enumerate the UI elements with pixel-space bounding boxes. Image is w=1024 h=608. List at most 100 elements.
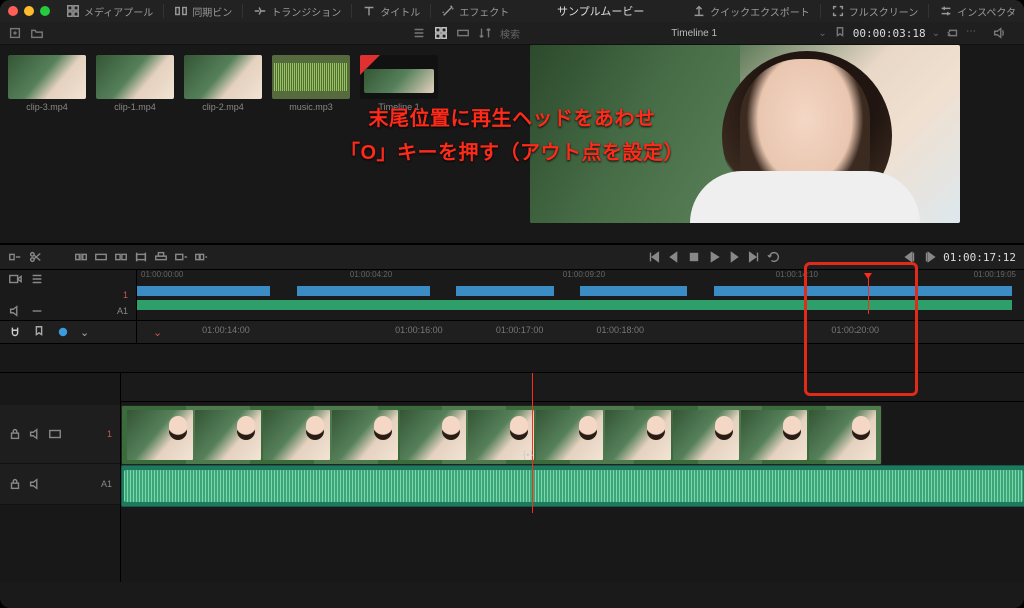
ripple-icon[interactable] bbox=[194, 250, 208, 264]
mini-timeline[interactable]: 1 A1 01:00:00:00 01:00:04:20 01:00:09:20… bbox=[0, 270, 1024, 321]
sync-icon bbox=[174, 4, 188, 18]
tab-label: メディアプール bbox=[84, 4, 153, 19]
mini-track-headers: 1 A1 bbox=[0, 270, 137, 320]
sort-icon[interactable] bbox=[478, 26, 492, 40]
tab-inspector[interactable]: インスペクタ bbox=[939, 4, 1016, 19]
scissors-icon[interactable] bbox=[28, 250, 42, 264]
ruler-tick: 01:00:00:00 bbox=[141, 270, 183, 279]
replace-icon[interactable] bbox=[114, 250, 128, 264]
next-icon[interactable] bbox=[727, 250, 741, 264]
window-controls[interactable] bbox=[8, 6, 50, 16]
thumb-view-icon[interactable] bbox=[434, 26, 448, 40]
video-toggle-icon[interactable] bbox=[48, 427, 62, 441]
snap-icon[interactable] bbox=[8, 325, 22, 339]
lock-icon[interactable] bbox=[8, 427, 22, 441]
audio-track-header[interactable]: A1 bbox=[0, 464, 120, 505]
go-end-icon[interactable] bbox=[747, 250, 761, 264]
mini-tracks[interactable]: 01:00:00:00 01:00:04:20 01:00:09:20 01:0… bbox=[137, 270, 1024, 320]
track-opts-icon[interactable] bbox=[30, 272, 44, 286]
volume-icon[interactable] bbox=[992, 26, 1006, 40]
tab-quick-export[interactable]: クイックエクスポート bbox=[692, 4, 810, 19]
media-pool[interactable]: clip-3.mp4 clip-1.mp4 clip-2.mp4 music.m… bbox=[0, 45, 466, 243]
clip-item[interactable]: music.mp3 bbox=[272, 55, 350, 112]
mini-playhead[interactable] bbox=[868, 274, 869, 314]
audio-clip[interactable] bbox=[121, 465, 1024, 507]
viewer-timecode[interactable]: 00:00:03:18 bbox=[853, 27, 926, 40]
clip-item[interactable]: clip-2.mp4 bbox=[184, 55, 262, 112]
track-index: 1 bbox=[107, 429, 112, 439]
timeline-ruler[interactable]: 01:00:14:00 01:00:16:00 01:00:17:00 01:0… bbox=[177, 321, 1016, 343]
list-view-icon[interactable] bbox=[412, 26, 426, 40]
video-clip[interactable] bbox=[121, 405, 882, 465]
viewer-image[interactable] bbox=[530, 45, 960, 223]
timeline-body[interactable]: {•} bbox=[121, 373, 1024, 582]
tab-title[interactable]: タイトル bbox=[362, 4, 420, 19]
clip-item[interactable]: Timeline 1 bbox=[360, 55, 438, 112]
app-window: メディアプール 同期ビン トランジション タイトル エフェクト サンプルムービー… bbox=[0, 0, 1024, 608]
pool-toolbar: 検索 Timeline 1 ⌄ 00:00:03:18 ⌄ ⋯ bbox=[0, 22, 1024, 45]
loop-icon[interactable] bbox=[946, 26, 960, 40]
tab-label: タイトル bbox=[380, 4, 420, 19]
tab-label: インスペクタ bbox=[957, 4, 1016, 19]
tab-label: エフェクト bbox=[459, 4, 509, 19]
timeline-main[interactable]: 1 A1 {•} bbox=[0, 373, 1024, 582]
export-icon bbox=[692, 4, 706, 18]
transition-icon bbox=[253, 4, 267, 18]
place-icon[interactable] bbox=[154, 250, 168, 264]
tab-sync-bin[interactable]: 同期ビン bbox=[174, 4, 232, 19]
strip-view-icon[interactable] bbox=[456, 26, 470, 40]
title-bar: メディアプール 同期ビン トランジション タイトル エフェクト サンプルムービー… bbox=[0, 0, 1024, 23]
marker-icon[interactable] bbox=[833, 26, 847, 40]
tab-effect[interactable]: エフェクト bbox=[441, 4, 509, 19]
tab-media-pool[interactable]: メディアプール bbox=[66, 4, 153, 19]
clip-item[interactable]: clip-3.mp4 bbox=[8, 55, 86, 112]
folder-icon[interactable] bbox=[30, 26, 44, 40]
ruler-tick: 01:00:14:10 bbox=[776, 270, 818, 279]
playhead[interactable] bbox=[532, 373, 533, 513]
mini-end-tc: 01:00:19:05 bbox=[974, 270, 1016, 279]
project-title: サンプルムービー bbox=[519, 3, 682, 19]
in-point-icon[interactable] bbox=[903, 250, 917, 264]
clip-label: Timeline 1 bbox=[360, 102, 438, 112]
audio-toggle-icon[interactable] bbox=[28, 427, 42, 441]
chevron-down-icon[interactable]: ⌄ bbox=[80, 326, 89, 339]
tab-label: フルスクリーン bbox=[849, 4, 919, 19]
prev-icon[interactable] bbox=[667, 250, 681, 264]
lock-icon[interactable] bbox=[8, 477, 22, 491]
out-point-icon[interactable] bbox=[923, 250, 937, 264]
audio-track-icon[interactable] bbox=[8, 304, 22, 318]
flag-icon[interactable] bbox=[56, 325, 70, 339]
tab-fullscreen[interactable]: フルスクリーン bbox=[831, 4, 919, 19]
ruler-tick: 01:00:16:00 bbox=[395, 325, 443, 335]
viewer-panel bbox=[466, 45, 1024, 243]
ruler-tick: 01:00:14:00 bbox=[202, 325, 250, 335]
trim-handle-icon[interactable]: {•} bbox=[523, 450, 533, 461]
track-index: A1 bbox=[101, 479, 112, 489]
play-icon[interactable] bbox=[707, 250, 721, 264]
clip-label: music.mp3 bbox=[272, 102, 350, 112]
transport-timecode[interactable]: 01:00:17:12 bbox=[943, 251, 1016, 264]
close-icon[interactable] bbox=[8, 6, 18, 16]
track-opts-icon[interactable] bbox=[30, 304, 44, 318]
import-icon[interactable] bbox=[8, 26, 22, 40]
go-start-icon[interactable] bbox=[647, 250, 661, 264]
clip-item[interactable]: clip-1.mp4 bbox=[96, 55, 174, 112]
minimize-icon[interactable] bbox=[24, 6, 34, 16]
options-icon[interactable]: ⋯ bbox=[966, 26, 980, 40]
zoom-icon[interactable] bbox=[40, 6, 50, 16]
insert-icon[interactable] bbox=[74, 250, 88, 264]
mute-icon[interactable] bbox=[28, 477, 42, 491]
tab-transition[interactable]: トランジション bbox=[253, 4, 341, 19]
smart-insert-icon[interactable] bbox=[8, 250, 22, 264]
video-track-icon[interactable] bbox=[8, 272, 22, 286]
ruler-chevron-icon[interactable]: ⌄ bbox=[852, 325, 860, 336]
video-track-header[interactable]: 1 bbox=[0, 405, 120, 464]
stop-icon[interactable] bbox=[687, 250, 701, 264]
marker-tool-icon[interactable] bbox=[32, 325, 46, 339]
clip-label: clip-3.mp4 bbox=[8, 102, 86, 112]
loop-play-icon[interactable] bbox=[767, 250, 781, 264]
append-icon[interactable] bbox=[174, 250, 188, 264]
overwrite-icon[interactable] bbox=[94, 250, 108, 264]
timeline-name[interactable]: Timeline 1 bbox=[576, 28, 812, 39]
fit-icon[interactable] bbox=[134, 250, 148, 264]
